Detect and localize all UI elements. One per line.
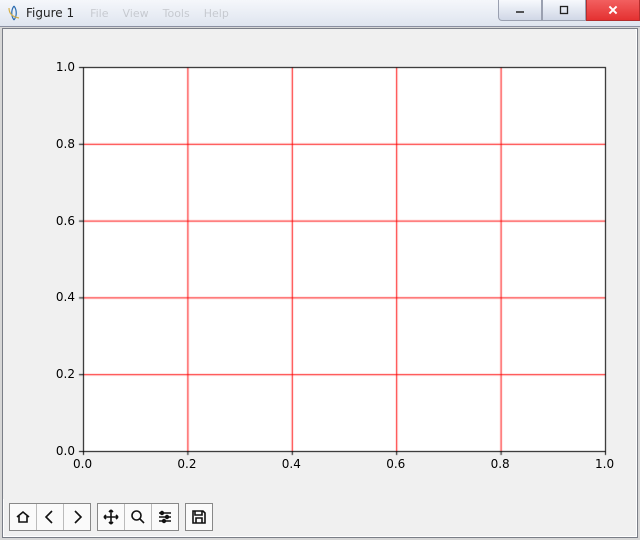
- move-icon: [103, 509, 119, 525]
- titlebar: Figure 1 FileViewToolsHelp: [0, 0, 640, 27]
- y-tick-label: 0.2: [35, 367, 75, 381]
- sliders-icon: [157, 509, 173, 525]
- back-button[interactable]: [37, 504, 64, 530]
- magnifier-icon: [130, 509, 146, 525]
- arrow-left-icon: [42, 509, 58, 525]
- mpl-toolbar: [9, 503, 213, 531]
- maximize-button[interactable]: [542, 0, 586, 21]
- y-tick-label: 0.4: [35, 290, 75, 304]
- close-button[interactable]: [586, 0, 640, 21]
- zoom-button[interactable]: [125, 504, 152, 530]
- figure-client: 0.0 0.2 0.4 0.6 0.8 1.0 0.0 0.2 0.4 0.6 0.8 1.0: [2, 28, 638, 538]
- x-tick-label: 0.8: [491, 457, 510, 471]
- subplots-button[interactable]: [152, 504, 178, 530]
- app-icon: [6, 5, 22, 21]
- save-button[interactable]: [186, 504, 212, 530]
- plot-canvas[interactable]: [3, 29, 635, 499]
- arrow-right-icon: [69, 509, 85, 525]
- floppy-icon: [191, 509, 207, 525]
- x-tick-label: 0.4: [282, 457, 301, 471]
- home-button[interactable]: [10, 504, 37, 530]
- forward-button[interactable]: [64, 504, 90, 530]
- home-icon: [15, 509, 31, 525]
- minimize-button[interactable]: [498, 0, 542, 21]
- x-tick-label: 0.6: [386, 457, 405, 471]
- y-tick-label: 0.0: [35, 444, 75, 458]
- y-tick-label: 0.8: [35, 137, 75, 151]
- x-tick-label: 0.2: [177, 457, 196, 471]
- pan-button[interactable]: [98, 504, 125, 530]
- y-tick-label: 1.0: [35, 60, 75, 74]
- x-tick-label: 0.0: [73, 457, 92, 471]
- x-tick-label: 1.0: [595, 457, 614, 471]
- y-tick-label: 0.6: [35, 214, 75, 228]
- window-title: Figure 1: [26, 6, 74, 20]
